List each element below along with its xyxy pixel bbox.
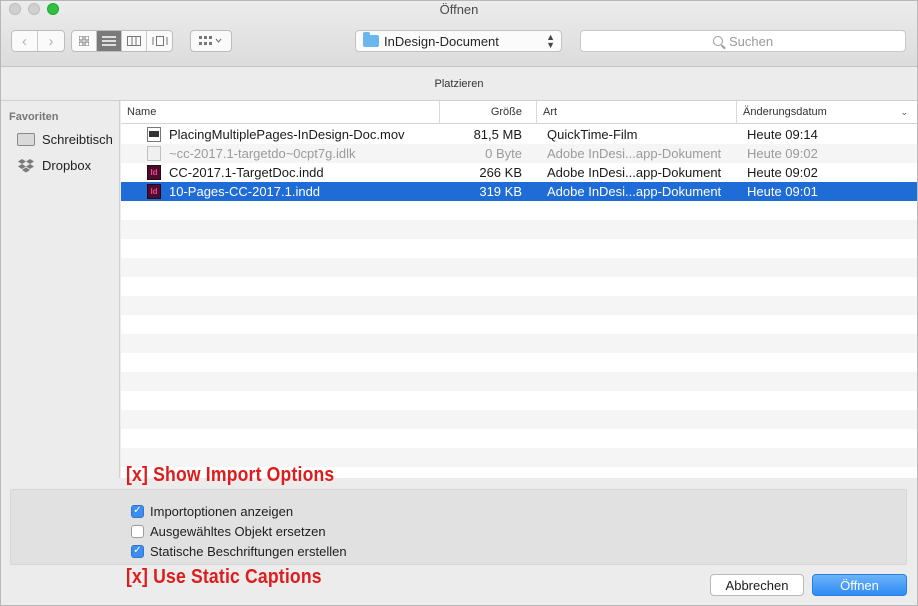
window-title: Öffnen — [439, 2, 479, 17]
empty-row — [121, 410, 917, 429]
annotation-use-static-captions: [x] Use Static Captions — [126, 566, 322, 588]
list-view-icon[interactable] — [97, 31, 122, 51]
file-list: Name Größe Art Änderungsdatum ⌄ PlacingM… — [121, 101, 917, 478]
file-row[interactable]: PlacingMultiplePages-InDesign-Doc.mov 81,… — [121, 125, 917, 144]
empty-row — [121, 239, 917, 258]
icon-view-icon[interactable] — [72, 31, 97, 51]
checkbox-replace-selected[interactable] — [131, 524, 144, 538]
chevron-right-icon[interactable]: › — [38, 31, 64, 51]
file-name: CC-2017.1-TargetDoc.indd — [169, 165, 324, 180]
folder-icon — [363, 32, 379, 47]
sidebar-item-dropbox[interactable]: Dropbox — [17, 156, 91, 174]
file-size: 319 KB — [479, 184, 522, 199]
column-header-date[interactable]: Änderungsdatum ⌄ — [736, 101, 917, 124]
file-name: ~cc-2017.1-targetdo~0cpt7g.idlk — [169, 146, 356, 161]
lock-file-icon — [147, 146, 161, 161]
option-show-import-options[interactable]: ✓ Importoptionen anzeigen — [131, 502, 293, 520]
option-static-captions[interactable]: ✓ Statische Beschriftungen erstellen — [131, 542, 347, 560]
location-label: InDesign-Document — [384, 33, 499, 49]
file-name: PlacingMultiplePages-InDesign-Doc.mov — [169, 127, 405, 142]
file-date: Heute 09:14 — [747, 127, 818, 142]
file-size: 266 KB — [479, 165, 522, 180]
file-rows: PlacingMultiplePages-InDesign-Doc.mov 81,… — [121, 125, 917, 478]
title-bar: Öffnen ‹ › InDesign-Document ▲ ▼ Suchen — [1, 1, 917, 67]
checkbox-static-captions[interactable]: ✓ — [131, 544, 144, 558]
empty-row — [121, 296, 917, 315]
search-icon — [712, 36, 723, 46]
search-input[interactable]: Suchen — [580, 30, 906, 52]
navigation-buttons: ‹ › — [11, 30, 65, 52]
indesign-file-icon: Id — [147, 184, 161, 199]
file-row[interactable]: ~cc-2017.1-targetdo~0cpt7g.idlk 0 Byte Ado… — [121, 144, 917, 163]
open-button[interactable]: Öffnen — [812, 574, 907, 596]
chevron-down-icon: ⌄ — [900, 107, 908, 117]
file-date: Heute 09:01 — [747, 184, 818, 199]
sidebar-item-label: Schreibtisch — [42, 131, 113, 147]
empty-row — [121, 277, 917, 296]
cancel-button[interactable]: Abbrechen — [710, 574, 804, 596]
arrange-grid-icon[interactable] — [191, 31, 231, 51]
open-dialog: Öffnen ‹ › InDesign-Document ▲ ▼ Suchen … — [0, 0, 918, 606]
empty-row — [121, 353, 917, 372]
checkbox-show-import-options[interactable]: ✓ — [131, 504, 144, 518]
option-label: Statische Beschriftungen erstellen — [150, 543, 347, 559]
file-date: Heute 09:02 — [747, 165, 818, 180]
dialog-header: Platzieren — [1, 67, 917, 101]
location-popup[interactable]: InDesign-Document ▲ ▼ — [355, 30, 562, 52]
column-header-kind[interactable]: Art — [536, 101, 736, 124]
view-mode-buttons — [71, 30, 173, 52]
column-header-date-label: Änderungsdatum — [743, 106, 827, 118]
option-label: Importoptionen anzeigen — [150, 503, 294, 519]
file-kind: Adobe InDesi...app-Dokument — [547, 146, 722, 161]
empty-row — [121, 429, 917, 448]
column-view-icon[interactable] — [122, 31, 147, 51]
empty-row — [121, 391, 917, 410]
sidebar-item-label: Dropbox — [42, 157, 92, 173]
annotation-show-import-options: [x] Show Import Options — [126, 464, 335, 486]
file-name: 10-Pages-CC-2017.1.indd — [169, 184, 321, 199]
empty-row — [121, 258, 917, 277]
file-size: 81,5 MB — [473, 127, 522, 142]
desktop-icon — [17, 132, 35, 146]
file-row[interactable]: Id CC-2017.1-TargetDoc.indd 266 KB Adobe In… — [121, 163, 917, 182]
movie-file-icon — [147, 127, 161, 142]
dialog-header-label: Platzieren — [434, 77, 484, 90]
search-placeholder: Suchen — [728, 33, 774, 49]
column-header-size[interactable]: Größe — [439, 101, 536, 124]
empty-row — [121, 334, 917, 353]
sidebar: Favoriten Schreibtisch Dropbox — [1, 101, 120, 478]
coverflow-view-icon[interactable] — [147, 31, 172, 51]
sidebar-heading: Favoriten — [9, 111, 59, 123]
file-row[interactable]: Id 10-Pages-CC-2017.1.indd 319 KB Adobe InD… — [121, 182, 917, 201]
dropbox-icon — [17, 158, 35, 172]
option-label: Ausgewähltes Objekt ersetzen — [150, 523, 326, 539]
empty-row — [121, 315, 917, 334]
chevron-left-icon[interactable]: ‹ — [12, 31, 38, 51]
empty-row — [121, 220, 917, 239]
file-kind: QuickTime-Film — [547, 127, 638, 142]
arrange-button[interactable] — [190, 30, 232, 52]
file-size: 0 Byte — [485, 146, 522, 161]
column-header-name[interactable]: Name — [121, 101, 439, 124]
option-replace-selected[interactable]: Ausgewähltes Objekt ersetzen — [131, 522, 326, 540]
empty-row — [121, 201, 917, 220]
popup-arrows-icon: ▲ ▼ — [546, 32, 555, 50]
file-date: Heute 09:02 — [747, 146, 818, 161]
file-kind: Adobe InDesi...app-Dokument — [547, 165, 722, 180]
file-kind: Adobe InDesi...app-Dokument — [547, 184, 722, 199]
file-list-header: Name Größe Art Änderungsdatum ⌄ — [121, 101, 917, 124]
import-options-panel: ✓ Importoptionen anzeigen Ausgewähltes O… — [10, 489, 907, 565]
indesign-file-icon: Id — [147, 165, 161, 180]
sidebar-item-schreibtisch[interactable]: Schreibtisch — [17, 130, 113, 148]
empty-row — [121, 372, 917, 391]
